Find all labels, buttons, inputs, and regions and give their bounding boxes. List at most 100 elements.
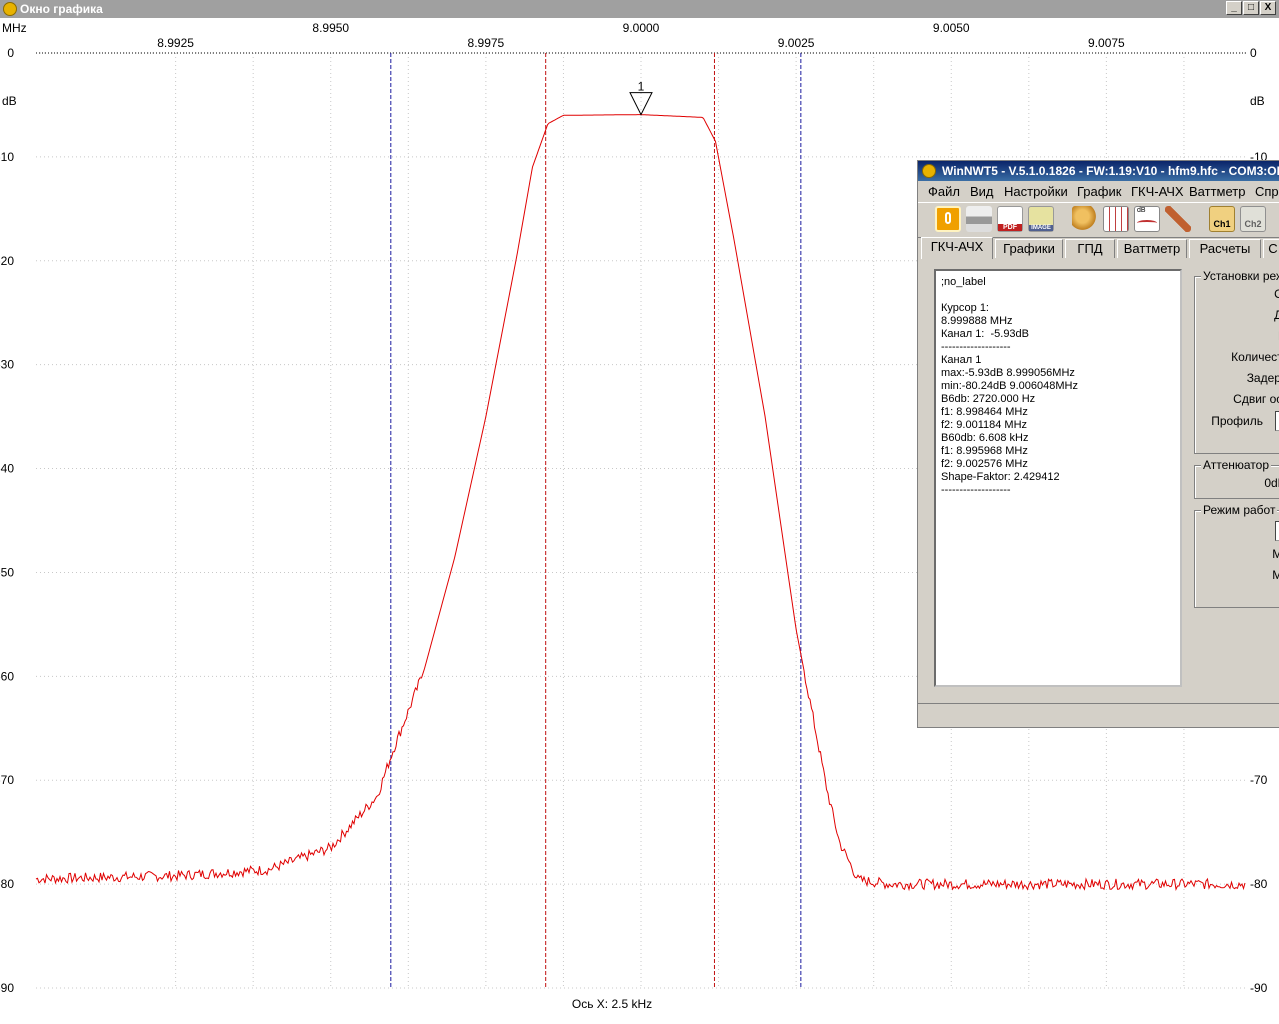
print-icon[interactable] [966,206,992,232]
pdf-label: PDF [998,224,1022,231]
graph-window-titlebar[interactable]: Окно графика _ □ X [0,0,1279,18]
info-line: ------------------- [941,341,1011,353]
x-tick-label-upper: 9.0050 [933,21,970,35]
y-tick-label-left: -40 [0,462,14,476]
y-tick-label-right: -80 [1250,877,1268,891]
app-icon [3,2,17,16]
grid-icon[interactable] [1103,206,1129,232]
attenuator-value[interactable]: 0dB/ [1264,476,1279,490]
close-button[interactable]: X [1260,1,1276,15]
mode-select[interactable] [1275,521,1279,541]
cursor-lines [390,53,802,988]
y-tick-label-right: -90 [1250,981,1268,995]
setting-profile-label: Профиль [1211,414,1263,428]
winnwt-titlebar[interactable]: WinNWT5 - V.5.1.0.1826 - FW:1.19:V10 - h… [918,161,1279,181]
minimize-button[interactable]: _ [1226,1,1242,15]
menu-bar: Файл Вид Настройки График ГКЧ-АЧХ Ваттме… [918,182,1279,202]
pdf-icon[interactable]: PDF [997,206,1023,232]
setting-count-label: Количеств [1231,350,1279,364]
db-label: dB [1137,207,1146,214]
mode-title: Режим работ [1201,503,1278,517]
profile-select[interactable] [1275,411,1279,431]
mode-row-2: Ма [1272,568,1279,582]
x-tick-label-lower: 8.9925 [157,36,194,50]
image-label: IMAGE [1029,225,1053,231]
info-line: f1: 8.998464 MHz [941,406,1028,418]
info-line: Курсор 1: [941,302,989,314]
y-tick-label-left: -80 [0,877,14,891]
menu-view[interactable]: Вид [970,184,994,199]
app-icon [922,164,936,178]
tools-icon[interactable] [1165,206,1191,232]
info-line: B60db: 6.608 kHz [941,432,1029,444]
power-icon[interactable] [935,206,961,232]
ch2-label: Ch2 [1244,219,1262,229]
info-line: ------------------- [941,484,1011,496]
y-tick-label-right: -70 [1250,773,1268,787]
y-tick-label-left: -50 [0,565,14,579]
y-tick-label-left: -10 [0,150,14,164]
sweep-settings-group: Установки реж От До Ш Количеств Задерж С… [1194,269,1279,454]
settings-icon[interactable] [1072,206,1098,232]
mode-group: Режим работ Ма Ма [1194,503,1279,608]
info-line: f1: 8.995968 MHz [941,445,1028,457]
toolbar: PDF IMAGE dB Ch1 Ch2 [918,202,1279,238]
menu-gkch[interactable]: ГКЧ-АЧХ [1131,184,1184,199]
attenuator-title: Аттенюатор [1201,458,1272,472]
info-line: max:-5.93dB 8.999056MHz [941,367,1075,379]
graph-window-title: Окно графика [20,2,103,16]
menu-wattmeter[interactable]: Ваттметр [1189,184,1245,199]
attenuator-group: Аттенюатор 0dB/ [1194,458,1279,499]
y-unit-left: dB [2,94,17,108]
ch2-icon[interactable]: Ch2 [1240,206,1266,232]
info-line: f2: 9.001184 MHz [941,419,1028,431]
info-line: ;no_label [941,276,986,288]
db-icon[interactable]: dB [1134,206,1160,232]
winnwt-window[interactable]: WinNWT5 - V.5.1.0.1826 - FW:1.19:V10 - h… [917,160,1279,728]
x-tick-label-upper: 8.9950 [312,21,349,35]
info-line: 8.999888 MHz [941,315,1013,327]
tab-more[interactable]: С [1263,239,1279,258]
y-tick-label-right: 0 [1250,46,1257,60]
y-unit-right: dB [1250,94,1265,108]
y-tick-label-left: -20 [0,254,14,268]
info-line: Канал 1: -5.93dB [941,328,1030,340]
marker-label: 1 [638,80,645,94]
tab-wattmeter[interactable]: Ваттметр [1117,239,1187,258]
maximize-button[interactable]: □ [1243,1,1259,15]
y-tick-label-left: -60 [0,669,14,683]
y-tick-label-left: -30 [0,358,14,372]
setting-from-label: От [1274,287,1279,301]
setting-offset-label: Сдвиг оси [1233,392,1279,406]
setting-delay-label: Задерж [1246,371,1279,385]
ch1-icon[interactable]: Ch1 [1209,206,1235,232]
tab-gpd[interactable]: ГПД [1065,239,1115,258]
tab-strip: ГКЧ-АЧХ Графики ГПД Ваттметр Расчеты С [918,237,1279,259]
info-line [941,289,1175,302]
setting-to-label: До [1274,308,1279,322]
info-line: f2: 9.002576 MHz [941,458,1028,470]
menu-settings[interactable]: Настройки [1004,184,1068,199]
info-line: Канал 1 [941,354,982,366]
menu-help[interactable]: Спра [1255,184,1279,199]
x-axis-caption: Ось X: 2.5 kHz [572,997,652,1011]
tab-calculations[interactable]: Расчеты [1189,239,1261,258]
measurement-info-box[interactable]: ;no_label Курсор 1: 8.999888 MHz Канал 1: -… [934,269,1182,687]
info-line: B6db: 2720.000 Hz [941,393,1036,405]
winnwt-title: WinNWT5 - V.5.1.0.1826 - FW:1.19:V10 - h… [942,164,1279,178]
y-tick-label-left: -90 [0,981,14,995]
x-tick-label-upper: 9.0000 [623,21,660,35]
mode-row-1: Ма [1272,547,1279,561]
info-line: min:-80.24dB 9.006048MHz [941,380,1078,392]
x-tick-label-lower: 8.9975 [468,36,505,50]
menu-graph[interactable]: График [1077,184,1121,199]
image-icon[interactable]: IMAGE [1028,206,1054,232]
tab-graphs[interactable]: Графики [995,239,1063,258]
y-tick-label-left: -70 [0,773,14,787]
tab-gkch[interactable]: ГКЧ-АЧХ [921,237,993,259]
y-tick-label-left: 0 [7,46,14,60]
status-bar [918,703,1279,728]
ch1-label: Ch1 [1213,219,1231,229]
x-unit-label: MHz [2,21,27,35]
menu-file[interactable]: Файл [928,184,960,199]
